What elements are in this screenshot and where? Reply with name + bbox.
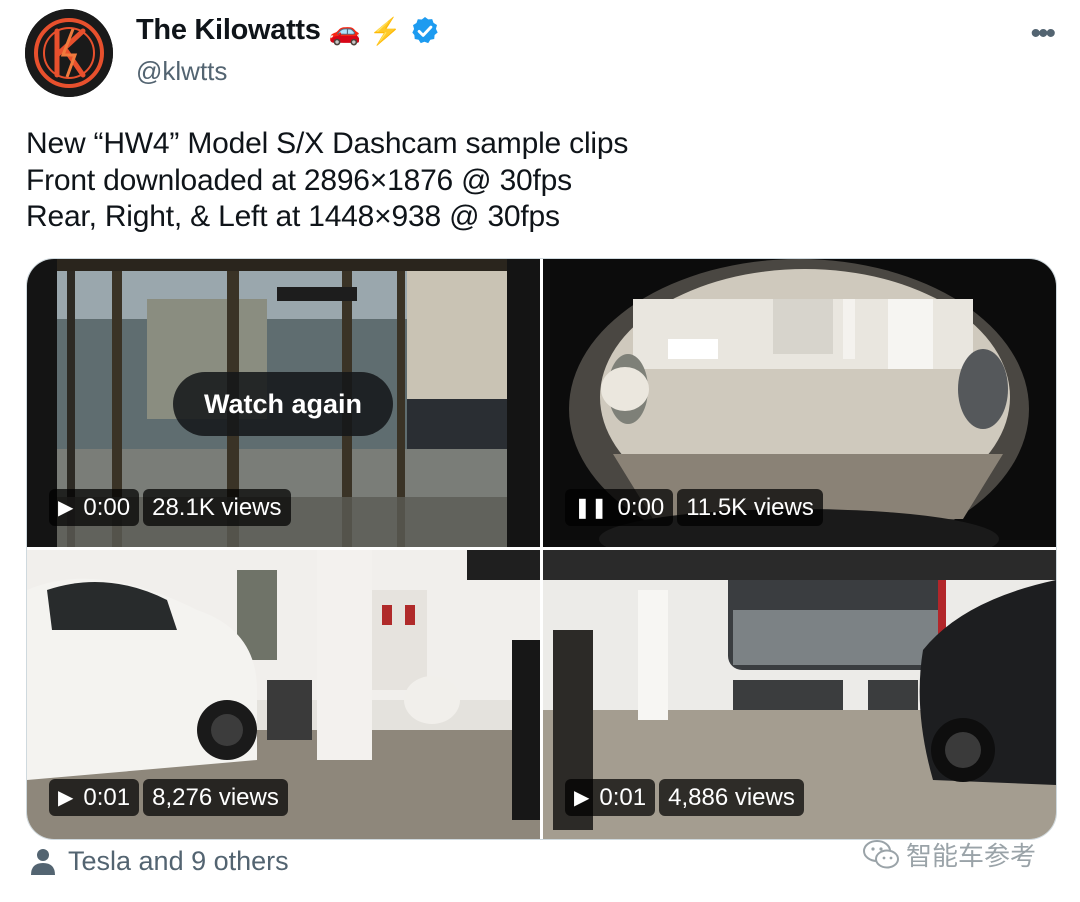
- tagged-users[interactable]: Tesla and 9 others: [30, 846, 289, 877]
- verified-badge-icon: [412, 16, 439, 43]
- video-controls: ▶ 0:01 4,886 views: [565, 779, 804, 816]
- tweet-line: Rear, Right, & Left at 1448×938 @ 30fps: [26, 200, 560, 233]
- name-row: The Kilowatts 🚗 ⚡: [136, 14, 441, 47]
- person-icon: [31, 848, 55, 875]
- watermark-text: 智能车参考: [906, 841, 1037, 871]
- tweet-line: Front downloaded at 2896×1876 @ 30fps: [26, 163, 572, 197]
- video-time: 0:00: [83, 493, 131, 521]
- view-count: 8,276 views: [143, 779, 288, 816]
- play-time-pill[interactable]: ▶ 0:01: [49, 779, 140, 816]
- video-controls: ❚❚ 0:00 11.5K views: [565, 489, 823, 526]
- video-right[interactable]: ▶ 0:01 4,886 views: [543, 550, 1056, 839]
- more-options-icon[interactable]: •••: [1030, 17, 1055, 51]
- video-controls: ▶ 0:01 8,276 views: [49, 779, 288, 816]
- play-icon[interactable]: ▶: [58, 495, 73, 520]
- video-time: 0:01: [83, 783, 131, 811]
- video-controls: ▶ 0:00 28.1K views: [49, 489, 291, 526]
- tagged-text[interactable]: Tesla and 9 others: [68, 846, 289, 877]
- wechat-icon: [863, 839, 899, 868]
- tweet-text: New “HW4” Model S/X Dashcam sample clips…: [26, 126, 628, 236]
- watermark: 智能车参考: [862, 836, 1036, 873]
- car-emoji-icon: 🚗: [328, 15, 361, 46]
- video-front[interactable]: Watch again ▶ 0:00 28.1K views: [27, 259, 540, 547]
- pause-time-pill[interactable]: ❚❚ 0:00: [565, 489, 674, 526]
- view-count: 28.1K views: [143, 489, 291, 526]
- view-count: 11.5K views: [677, 489, 823, 526]
- avatar[interactable]: [25, 9, 113, 97]
- watch-again-button[interactable]: Watch again: [173, 372, 393, 436]
- play-time-pill[interactable]: ▶ 0:01: [565, 779, 656, 816]
- video-rear[interactable]: ❚❚ 0:00 11.5K views: [543, 259, 1056, 547]
- play-icon[interactable]: ▶: [58, 785, 73, 810]
- tweet-line: New “HW4” Model S/X Dashcam sample clips: [26, 127, 629, 160]
- pause-icon[interactable]: ❚❚: [574, 495, 608, 520]
- media-grid: Watch again ▶ 0:00 28.1K views ❚❚ 0:00 1…: [26, 258, 1057, 840]
- view-count: 4,886 views: [659, 779, 804, 816]
- lightning-emoji-icon: ⚡: [369, 15, 402, 46]
- video-time: 0:00: [617, 493, 665, 521]
- video-left[interactable]: ▶ 0:01 8,276 views: [27, 550, 540, 839]
- play-time-pill[interactable]: ▶ 0:00: [49, 489, 140, 526]
- video-time: 0:01: [599, 783, 647, 811]
- kilowatts-logo-icon: [25, 9, 113, 97]
- display-name[interactable]: The Kilowatts: [136, 14, 321, 47]
- play-icon[interactable]: ▶: [574, 785, 589, 810]
- handle[interactable]: @klwtts: [136, 56, 227, 87]
